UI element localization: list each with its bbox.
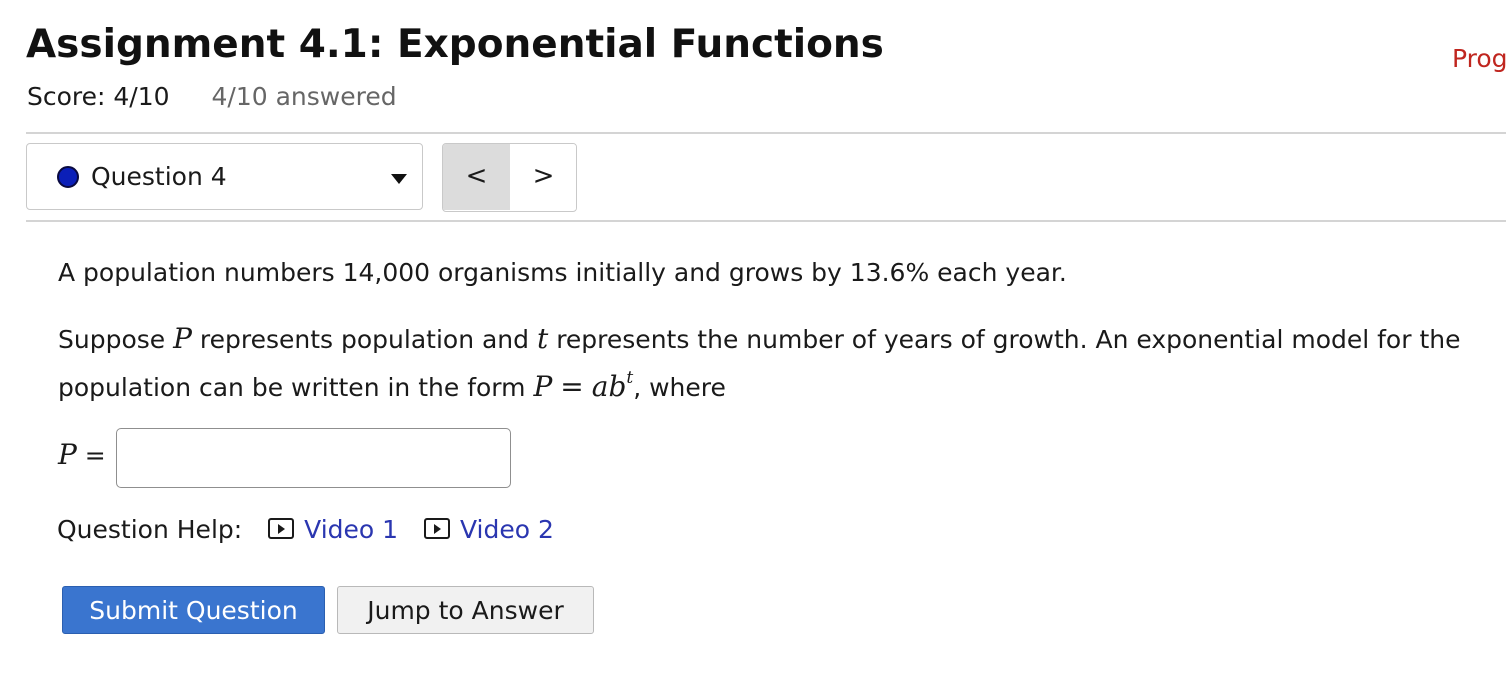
play-video-icon [424, 518, 450, 539]
divider [26, 132, 1506, 134]
previous-question-button[interactable]: < [443, 144, 511, 210]
text-fragment: Suppose [58, 325, 174, 354]
next-question-button[interactable]: > [510, 144, 576, 210]
question-select-label: Question 4 [91, 162, 227, 191]
text-fragment: represents population and [191, 325, 537, 354]
score-text: Score: 4/10 [27, 82, 170, 111]
answered-count: 4/10 answered [211, 82, 397, 111]
math-variable-p: P [173, 322, 192, 355]
equation-rhs: ab [591, 370, 627, 403]
question-status-dot-icon [57, 166, 79, 188]
question-help: Question Help: Video 1 Video 2 [57, 515, 554, 544]
progress-link[interactable]: Prog [1452, 44, 1506, 73]
score-row: Score: 4/10 4/10 answered [27, 82, 397, 111]
question-text-model: Suppose P represents population and t re… [58, 319, 1478, 407]
caret-down-icon [391, 174, 407, 184]
play-video-icon [268, 518, 295, 539]
answer-label-equals: = [76, 441, 106, 470]
jump-to-answer-button[interactable]: Jump to Answer [337, 586, 594, 634]
question-nav-group: < > [442, 143, 577, 212]
video-1-label: Video 1 [304, 515, 399, 544]
divider [26, 220, 1506, 222]
video-2-label: Video 2 [460, 515, 554, 544]
question-help-label: Question Help: [57, 515, 243, 544]
text-fragment: , where [633, 373, 726, 402]
equation-lhs: P [533, 370, 553, 403]
equation-equals: = [560, 370, 584, 403]
video-1-link[interactable]: Video 1 [268, 515, 398, 544]
answer-input[interactable] [116, 428, 511, 488]
question-select[interactable]: Question 4 [26, 143, 423, 210]
page-title: Assignment 4.1: Exponential Functions [26, 22, 884, 67]
math-variable-t: t [536, 322, 549, 355]
question-text-intro: A population numbers 14,000 organisms in… [58, 258, 1067, 287]
video-2-link[interactable]: Video 2 [424, 515, 554, 544]
answer-label-var: P [58, 438, 77, 471]
submit-question-button[interactable]: Submit Question [62, 586, 325, 634]
answer-label: P = [58, 438, 106, 471]
